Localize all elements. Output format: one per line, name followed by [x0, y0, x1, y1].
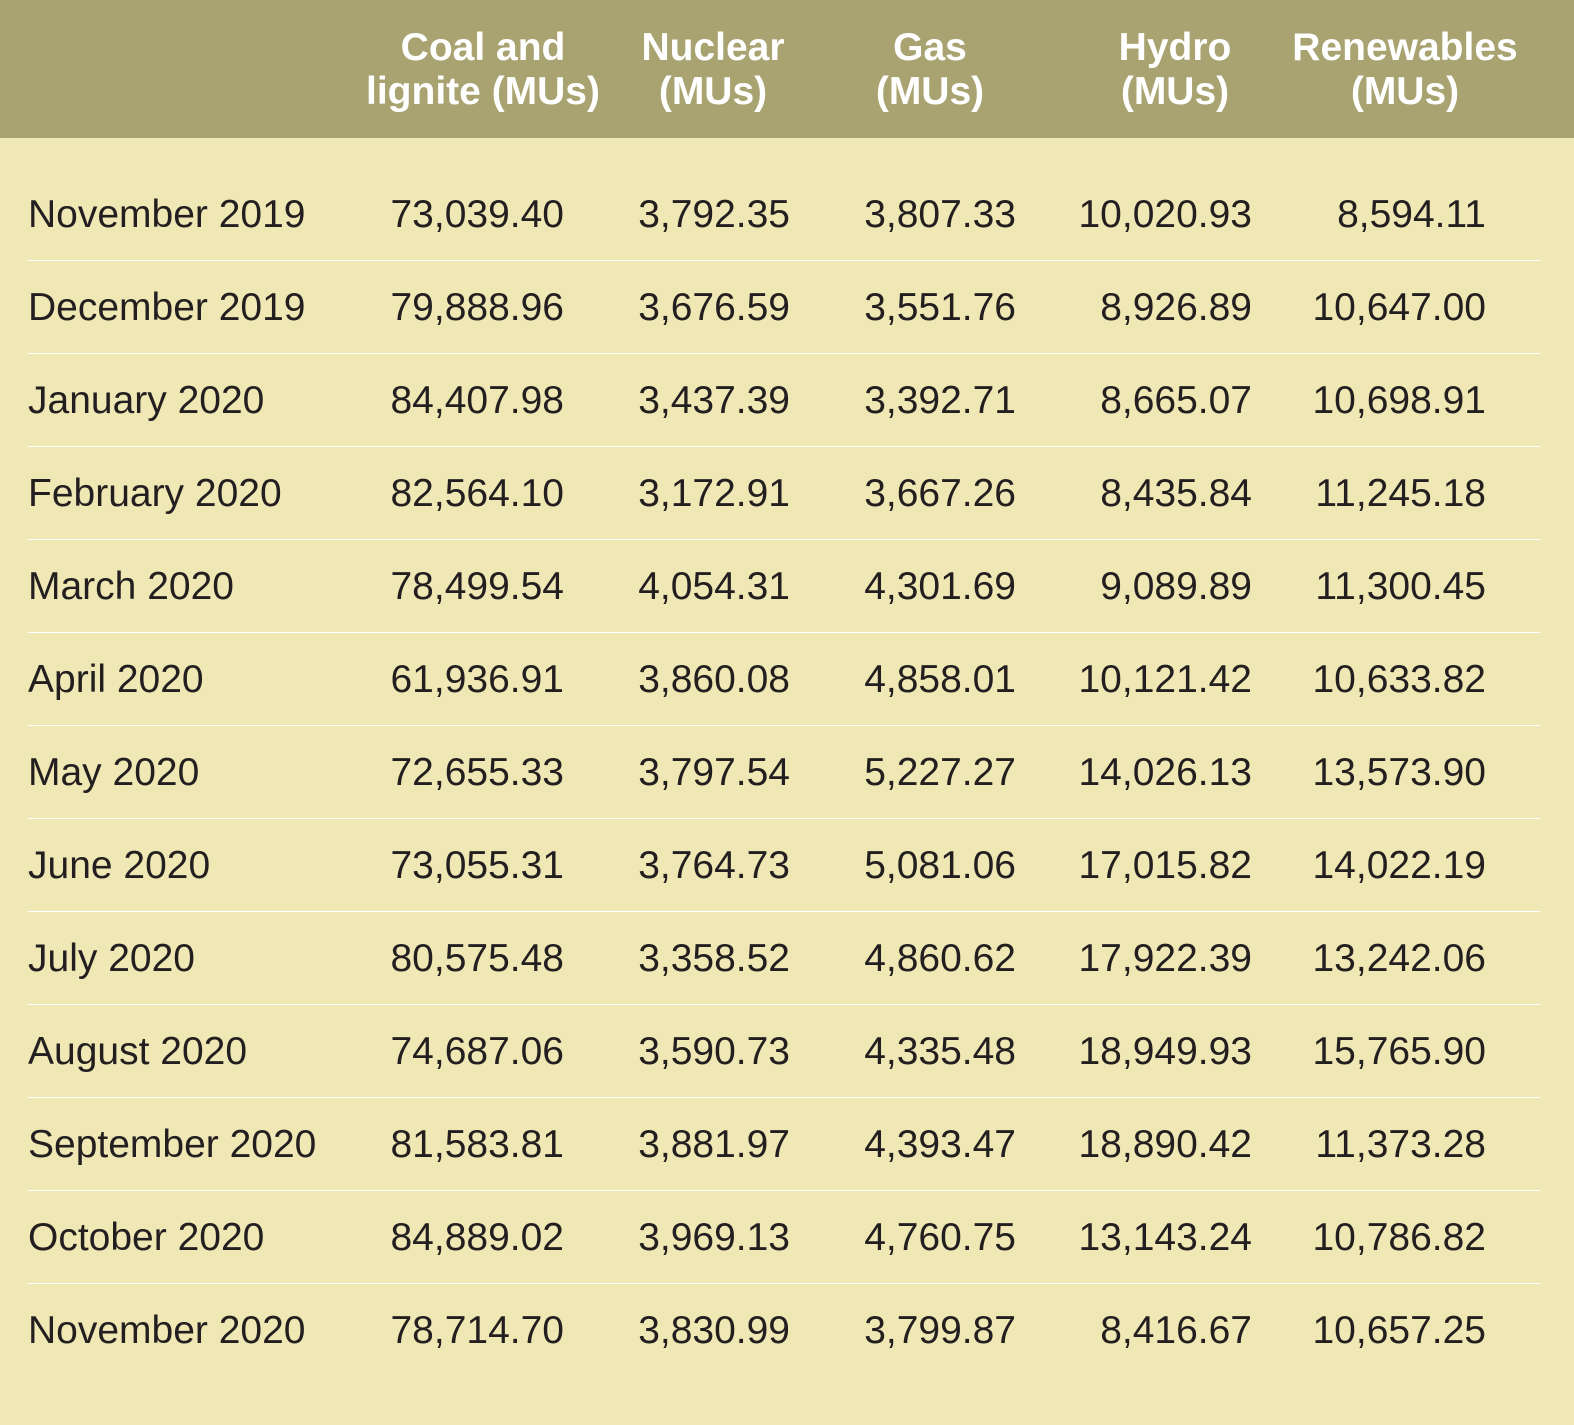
hydro-value-cell: 17,922.39: [1078, 937, 1252, 980]
table-row: September 2020 81,583.81 3,881.97 4,393.47 1…: [28, 1098, 1540, 1191]
renewables-value-cell: 11,373.28: [1315, 1123, 1486, 1166]
coal-value-cell: 78,714.70: [390, 1309, 564, 1352]
table-row: December 2019 79,888.96 3,676.59 3,551.76 8,…: [28, 261, 1540, 354]
hydro-value-cell: 10,020.93: [1078, 193, 1252, 236]
hydro-value-cell: 18,949.93: [1078, 1030, 1252, 1073]
renewables-value-cell: 13,242.06: [1312, 937, 1486, 980]
month-cell: June 2020: [28, 844, 211, 887]
nuclear-value-cell: 3,590.73: [638, 1030, 790, 1073]
coal-value-cell: 61,936.91: [390, 658, 564, 701]
month-cell: November 2019: [28, 193, 306, 236]
header-hydro: Hydro (MUs): [1118, 26, 1232, 113]
renewables-value-cell: 13,573.90: [1312, 751, 1486, 794]
hydro-value-cell: 8,926.89: [1100, 286, 1252, 329]
month-cell: April 2020: [28, 658, 204, 701]
gas-value-cell: 4,393.47: [864, 1123, 1016, 1166]
hydro-value-cell: 17,015.82: [1078, 844, 1252, 887]
nuclear-value-cell: 3,764.73: [638, 844, 790, 887]
gas-value-cell: 4,760.75: [864, 1216, 1016, 1259]
month-cell: May 2020: [28, 751, 200, 794]
month-cell: December 2019: [28, 286, 306, 329]
table-row: February 2020 82,564.10 3,172.91 3,667.26 8,…: [28, 447, 1540, 540]
nuclear-value-cell: 3,797.54: [638, 751, 790, 794]
header-coal-and-lignite: Coal and lignite (MUs): [366, 26, 600, 113]
hydro-value-cell: 8,665.07: [1100, 379, 1252, 422]
nuclear-value-cell: 3,969.13: [638, 1216, 790, 1259]
header-nuclear: Nuclear (MUs): [641, 26, 785, 113]
renewables-value-cell: 11,245.18: [1315, 472, 1486, 515]
month-cell: October 2020: [28, 1216, 265, 1259]
gas-value-cell: 4,335.48: [864, 1030, 1016, 1073]
nuclear-value-cell: 3,792.35: [638, 193, 790, 236]
table-row: March 2020 78,499.54 4,054.31 4,301.69 9,089…: [28, 540, 1540, 633]
month-cell: August 2020: [28, 1030, 248, 1073]
coal-value-cell: 73,055.31: [390, 844, 564, 887]
renewables-value-cell: 10,647.00: [1312, 286, 1486, 329]
gas-value-cell: 3,667.26: [864, 472, 1016, 515]
nuclear-value-cell: 3,437.39: [638, 379, 790, 422]
renewables-value-cell: 14,022.19: [1312, 844, 1486, 887]
gas-value-cell: 5,081.06: [864, 844, 1016, 887]
hydro-value-cell: 8,435.84: [1100, 472, 1252, 515]
renewables-value-cell: 10,633.82: [1312, 658, 1486, 701]
month-cell: November 2020: [28, 1309, 306, 1352]
month-cell: March 2020: [28, 565, 234, 608]
table-row: July 2020 80,575.48 3,358.52 4,860.62 17,922…: [28, 912, 1540, 1005]
coal-value-cell: 74,687.06: [390, 1030, 564, 1073]
gas-value-cell: 3,807.33: [864, 193, 1016, 236]
hydro-value-cell: 8,416.67: [1100, 1309, 1252, 1352]
coal-value-cell: 73,039.40: [390, 193, 564, 236]
renewables-value-cell: 8,594.11: [1337, 193, 1486, 236]
nuclear-value-cell: 3,172.91: [638, 472, 790, 515]
gas-value-cell: 4,860.62: [864, 937, 1016, 980]
nuclear-value-cell: 4,054.31: [638, 565, 790, 608]
coal-value-cell: 84,889.02: [390, 1216, 564, 1259]
renewables-value-cell: 10,786.82: [1312, 1216, 1486, 1259]
hydro-value-cell: 13,143.24: [1078, 1216, 1252, 1259]
table-row: May 2020 72,655.33 3,797.54 5,227.27 14,026.…: [28, 726, 1540, 819]
table-row: November 2019 73,039.40 3,792.35 3,807.33 10…: [28, 168, 1540, 261]
hydro-value-cell: 18,890.42: [1078, 1123, 1252, 1166]
nuclear-value-cell: 3,860.08: [638, 658, 790, 701]
renewables-value-cell: 10,657.25: [1312, 1309, 1486, 1352]
hydro-value-cell: 9,089.89: [1100, 565, 1252, 608]
header-renewables: Renewables (MUs): [1292, 26, 1518, 113]
gas-value-cell: 3,799.87: [864, 1309, 1016, 1352]
coal-value-cell: 78,499.54: [390, 565, 564, 608]
table-row: June 2020 73,055.31 3,764.73 5,081.06 17,015…: [28, 819, 1540, 912]
coal-value-cell: 84,407.98: [390, 379, 564, 422]
gas-value-cell: 3,392.71: [864, 379, 1016, 422]
hydro-value-cell: 10,121.42: [1078, 658, 1252, 701]
table-row: April 2020 61,936.91 3,860.08 4,858.01 10,12…: [28, 633, 1540, 726]
month-cell: February 2020: [28, 472, 282, 515]
renewables-value-cell: 15,765.90: [1312, 1030, 1486, 1073]
month-cell: September 2020: [28, 1123, 317, 1166]
gas-value-cell: 5,227.27: [864, 751, 1016, 794]
generation-table: Coal and lignite (MUs) Nuclear (MUs) Gas…: [0, 0, 1574, 1425]
nuclear-value-cell: 3,881.97: [638, 1123, 790, 1166]
coal-value-cell: 80,575.48: [390, 937, 564, 980]
gas-value-cell: 4,301.69: [864, 565, 1016, 608]
coal-value-cell: 72,655.33: [390, 751, 564, 794]
table-row: August 2020 74,687.06 3,590.73 4,335.48 18,9…: [28, 1005, 1540, 1098]
coal-value-cell: 81,583.81: [390, 1123, 564, 1166]
renewables-value-cell: 10,698.91: [1312, 379, 1486, 422]
hydro-value-cell: 14,026.13: [1078, 751, 1252, 794]
table-header: Coal and lignite (MUs) Nuclear (MUs) Gas…: [0, 0, 1574, 138]
coal-value-cell: 82,564.10: [390, 472, 564, 515]
coal-value-cell: 79,888.96: [390, 286, 564, 329]
nuclear-value-cell: 3,676.59: [638, 286, 790, 329]
table-row: January 2020 84,407.98 3,437.39 3,392.71 8,6…: [28, 354, 1540, 447]
table-row: October 2020 84,889.02 3,969.13 4,760.75 13,…: [28, 1191, 1540, 1284]
month-cell: July 2020: [28, 937, 195, 980]
nuclear-value-cell: 3,830.99: [638, 1309, 790, 1352]
gas-value-cell: 3,551.76: [864, 286, 1016, 329]
table-row: November 2020 78,714.70 3,830.99 3,799.87 8,…: [28, 1284, 1540, 1377]
month-cell: January 2020: [28, 379, 265, 422]
header-gas: Gas (MUs): [875, 26, 985, 113]
gas-value-cell: 4,858.01: [864, 658, 1016, 701]
table-body: November 2019 73,039.40 3,792.35 3,807.33 10…: [28, 168, 1540, 1377]
renewables-value-cell: 11,300.45: [1315, 565, 1486, 608]
nuclear-value-cell: 3,358.52: [638, 937, 790, 980]
